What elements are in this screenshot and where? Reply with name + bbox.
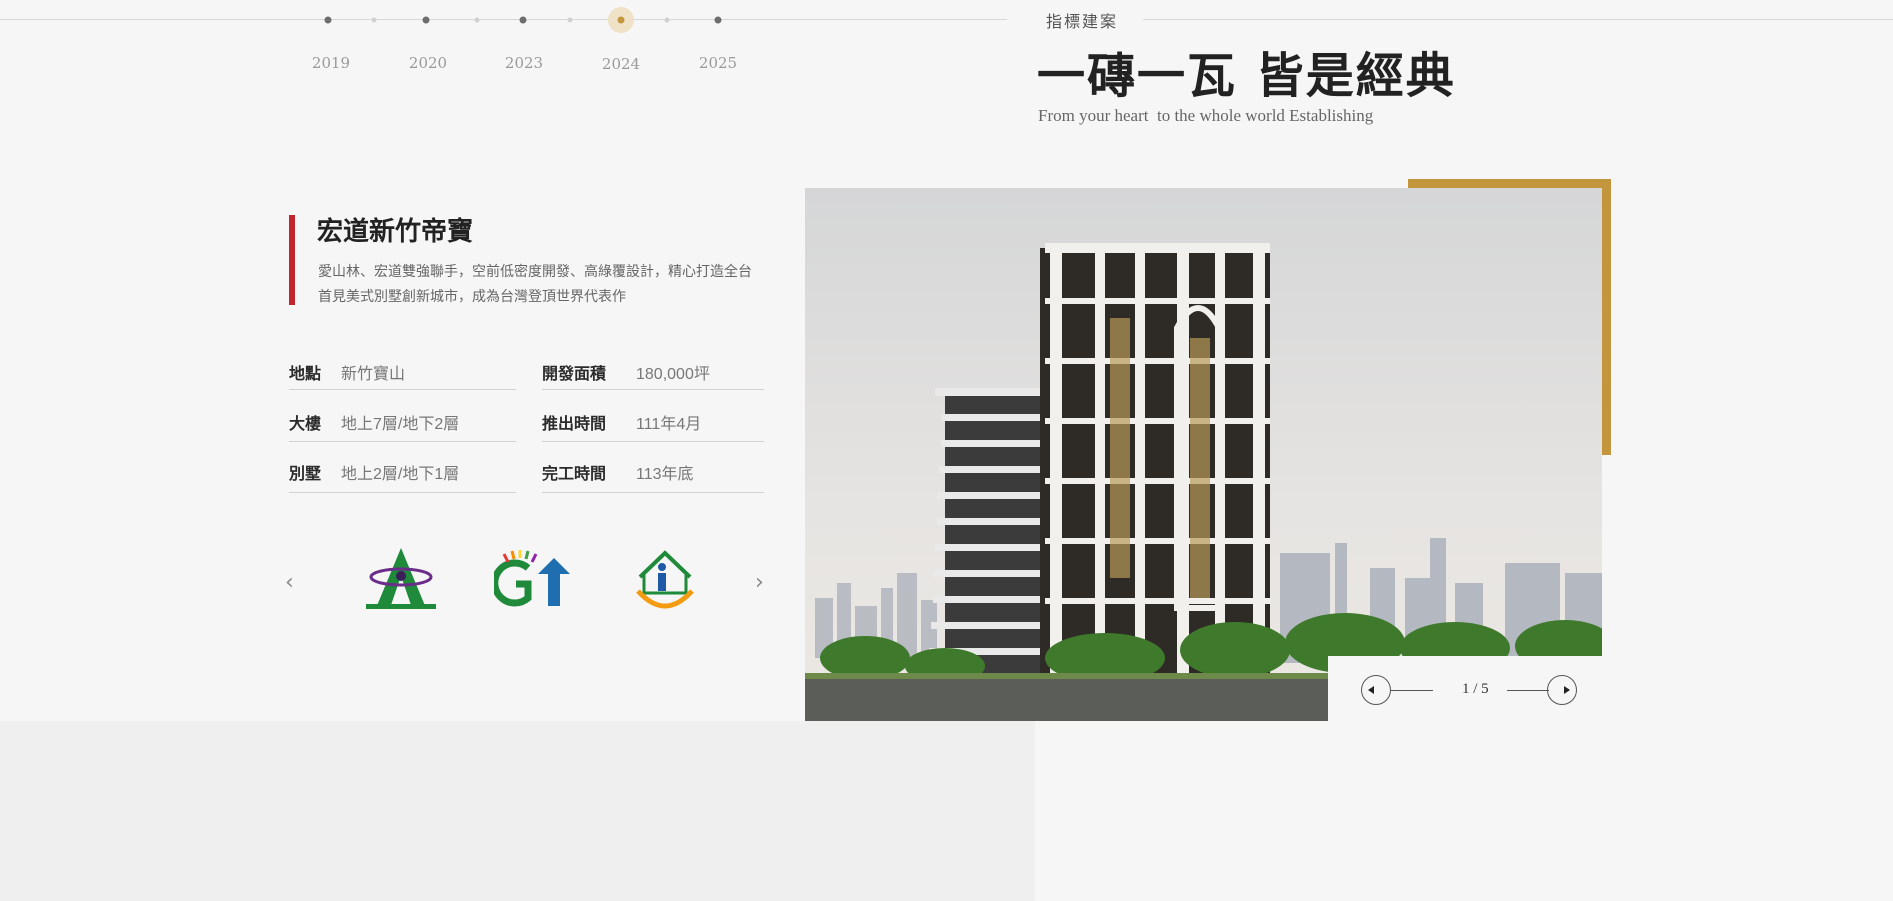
spec-value-area: 180,000坪	[636, 366, 710, 383]
spec-label-area: 開發面積	[542, 364, 607, 383]
spec-divider	[542, 389, 764, 390]
timeline-tick	[664, 17, 670, 23]
timeline-year[interactable]: 2019	[291, 54, 371, 72]
spec-value-launch: 111年4月	[636, 416, 702, 433]
spec-divider	[542, 492, 764, 493]
pager-line-right	[1507, 690, 1549, 691]
timeline-tick	[371, 17, 377, 23]
spec-divider	[289, 389, 516, 390]
logos-next-button[interactable]: ›	[755, 570, 764, 595]
timeline-dot-2024[interactable]	[608, 7, 634, 33]
spec-value-tower: 地上7層/地下2層	[341, 416, 460, 433]
partner-logo-a[interactable]	[362, 546, 440, 610]
gallery-next-button[interactable]	[1547, 675, 1577, 705]
project-description: 愛山林、宏道雙強聯手，空前低密度開發、高綠覆設計，精心打造全台首見美式別墅創新城…	[318, 264, 752, 305]
timeline-tick	[474, 17, 480, 23]
arrow-right-icon	[1564, 686, 1570, 694]
spec-divider	[542, 441, 764, 442]
section-eyebrow: 指標建案	[1040, 8, 1125, 32]
spec-label-tower: 大樓	[289, 414, 322, 433]
timeline-dot-2020[interactable]	[422, 16, 430, 24]
timeline-year-active[interactable]: 2024	[581, 55, 661, 73]
heading-rule	[1143, 19, 1893, 20]
partner-logo-gt[interactable]	[494, 550, 574, 608]
timeline-tick	[567, 17, 573, 23]
pager-line-left	[1391, 690, 1433, 691]
spec-label-launch: 推出時間	[542, 414, 607, 433]
logos-prev-button[interactable]: ‹	[285, 570, 294, 595]
spec-value-location: 新竹寶山	[341, 366, 406, 383]
timeline-dot-2019[interactable]	[324, 16, 332, 24]
spec-label-location: 地點	[289, 364, 322, 383]
timeline-year[interactable]: 2023	[484, 54, 564, 72]
timeline-line	[0, 19, 1007, 20]
spec-label-villa: 別墅	[289, 464, 322, 483]
timeline-year[interactable]: 2025	[678, 54, 758, 72]
spec-value-villa: 地上2層/地下1層	[341, 466, 460, 483]
section-subtitle: From your heart to the whole world Estab…	[1038, 106, 1374, 125]
partner-logo-i-house[interactable]	[632, 547, 698, 613]
timeline-year[interactable]: 2020	[388, 54, 468, 72]
gallery-prev-button[interactable]	[1361, 675, 1391, 705]
gallery-counter: 1 / 5	[1462, 681, 1489, 697]
section-title: 一磚一瓦 皆是經典	[1037, 48, 1456, 104]
building-illustration	[805, 188, 1602, 721]
timeline-dot-2023[interactable]	[519, 16, 527, 24]
spec-divider	[289, 441, 516, 442]
project-photo	[805, 188, 1602, 721]
bottom-band-right	[1035, 721, 1893, 901]
spec-divider	[289, 492, 516, 493]
bottom-band	[0, 721, 1035, 901]
spec-value-completion: 113年底	[636, 466, 694, 483]
arrow-left-icon	[1368, 686, 1374, 694]
spec-label-completion: 完工時間	[542, 464, 607, 483]
title-accent-bar	[289, 215, 295, 305]
timeline-dot-2025[interactable]	[714, 16, 722, 24]
project-title: 宏道新竹帝寶	[317, 217, 474, 247]
